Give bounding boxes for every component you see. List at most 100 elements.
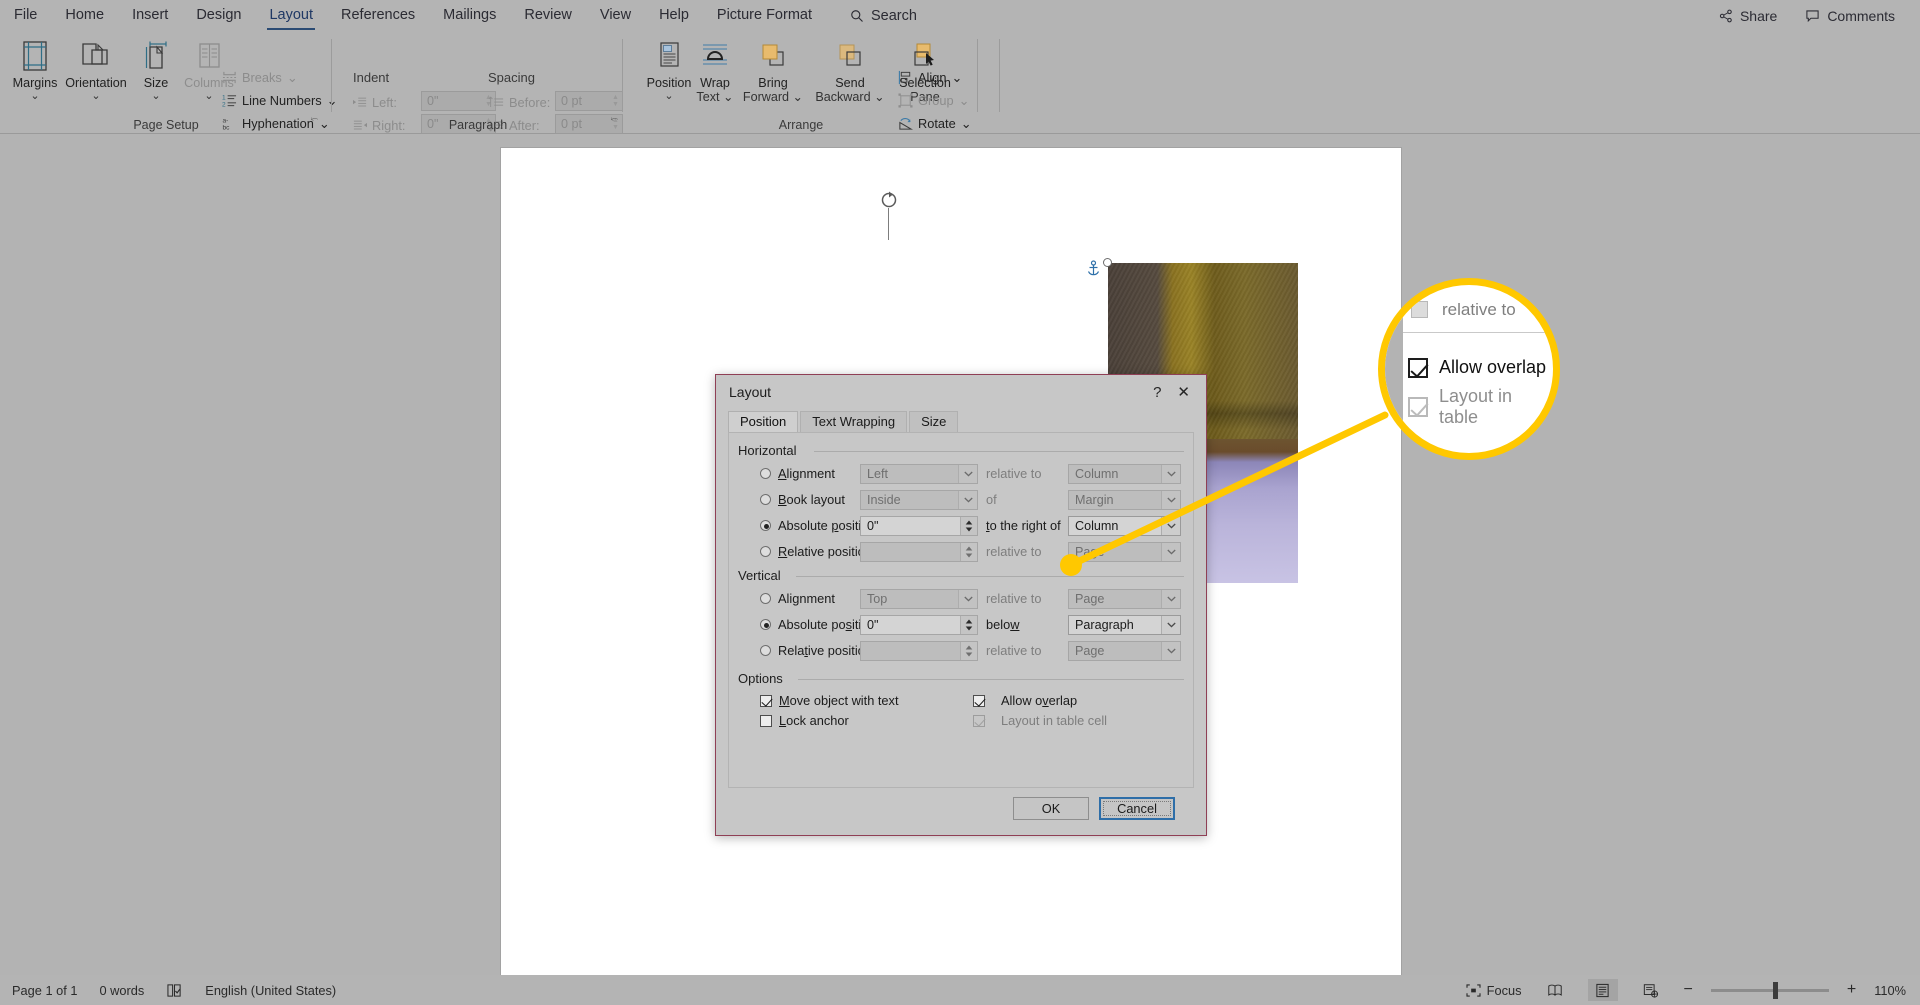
zoom-level-label[interactable]: 110% xyxy=(1874,983,1906,998)
ribbon-tab-view[interactable]: View xyxy=(586,0,645,31)
spinner-arrows-icon[interactable]: ▲ ▼ xyxy=(609,92,622,110)
chevron-down-icon[interactable] xyxy=(1161,615,1180,634)
status-words[interactable]: 0 words xyxy=(99,983,144,998)
chevron-down-icon[interactable] xyxy=(1161,516,1180,535)
dialog-tab-size[interactable]: Size xyxy=(909,411,959,433)
chevron-down-icon[interactable] xyxy=(958,490,977,509)
combo-horizontal-alignment[interactable]: Left xyxy=(860,463,978,484)
spinner-arrows-icon[interactable] xyxy=(960,615,977,634)
zoom-out-button[interactable]: − xyxy=(1684,981,1693,999)
spinner-vertical-relative-position[interactable] xyxy=(860,640,978,661)
rotate-button[interactable]: Rotate ⌄ xyxy=(898,114,971,133)
checkbox-lock-anchor[interactable] xyxy=(760,714,772,727)
cancel-button[interactable]: Cancel xyxy=(1099,797,1175,820)
chevron-down-icon[interactable]: ⌄ xyxy=(951,70,962,86)
search-box[interactable]: Search xyxy=(850,8,917,24)
zoom-in-button[interactable]: + xyxy=(1847,981,1856,999)
combo-vertical-alignment[interactable]: Top xyxy=(860,588,978,609)
rotate-handle[interactable] xyxy=(879,190,899,210)
ribbon-tab-file[interactable]: File xyxy=(0,0,51,31)
chevron-down-icon[interactable]: ⌄ xyxy=(959,93,970,109)
zoom-slider-thumb[interactable] xyxy=(1772,981,1778,999)
ribbon-tab-design[interactable]: Design xyxy=(182,0,255,31)
spinner-arrows-icon[interactable] xyxy=(960,516,977,535)
chevron-down-icon[interactable] xyxy=(1161,589,1180,608)
ribbon-tab-mailings[interactable]: Mailings xyxy=(429,0,510,31)
checkbox-allow-overlap[interactable] xyxy=(973,694,985,707)
checkbox-layout-in-table-cell[interactable] xyxy=(973,714,985,727)
resize-handle-top-left[interactable] xyxy=(1103,258,1112,267)
ribbon-tab-home[interactable]: Home xyxy=(51,0,118,31)
combo-horizontal-alignment-relative-to[interactable]: Column xyxy=(1068,463,1181,484)
read-mode-icon[interactable] xyxy=(1540,979,1570,1001)
line-numbers-button[interactable]: 12 Line Numbers ⌄ xyxy=(222,91,337,110)
group-button[interactable]: Group ⌄ xyxy=(898,91,969,110)
ribbon-tab-help[interactable]: Help xyxy=(645,0,703,31)
help-button[interactable]: ? xyxy=(1153,385,1161,400)
status-page[interactable]: Page 1 of 1 xyxy=(12,983,77,998)
chevron-down-icon[interactable] xyxy=(958,464,977,483)
ok-button[interactable]: OK xyxy=(1013,797,1089,820)
radio-horizontal-alignment[interactable] xyxy=(760,468,771,479)
align-button[interactable]: Align ⌄ xyxy=(898,68,962,87)
checkbox-move-object-with-text[interactable] xyxy=(760,694,772,707)
combo-vertical-alignment-relative-to[interactable]: Page xyxy=(1068,588,1181,609)
dialog-titlebar[interactable]: Layout ? ✕ xyxy=(716,375,1206,409)
comments-button[interactable]: Comments xyxy=(1794,4,1906,28)
spacing-before-spinner[interactable]: 0 pt ▲ ▼ xyxy=(555,91,623,111)
orientation-button[interactable]: Orientation ⌄ xyxy=(57,35,135,102)
bring-forward-button[interactable]: Bring Forward ⌄ xyxy=(734,35,812,104)
callout-layout-in-table-checkbox xyxy=(1408,397,1428,417)
ribbon-tab-picture-format[interactable]: Picture Format xyxy=(703,0,826,31)
indent-left-control[interactable]: Left: xyxy=(353,93,397,112)
layout-dialog[interactable]: Layout ? ✕ Position Text Wrapping Size H… xyxy=(715,374,1207,836)
radio-horizontal-book-layout[interactable] xyxy=(760,494,771,505)
spinner-horizontal-absolute-position[interactable]: 0" xyxy=(860,515,978,536)
radio-vertical-relative-position[interactable] xyxy=(760,645,771,656)
ribbon-tab-review[interactable]: Review xyxy=(510,0,586,31)
combo-horizontal-book-layout-of[interactable]: Margin xyxy=(1068,489,1181,510)
focus-button[interactable]: Focus xyxy=(1466,983,1522,998)
web-layout-icon[interactable] xyxy=(1636,979,1666,1001)
combo-vertical-relative-position-relative-to[interactable]: Page xyxy=(1068,640,1181,661)
ribbon-tab-layout[interactable]: Layout xyxy=(255,0,327,31)
radio-horizontal-relative-position[interactable] xyxy=(760,546,771,557)
label-vertical-below: below xyxy=(986,617,1020,632)
combo-horizontal-relative-position-relative-to[interactable]: Page xyxy=(1068,541,1181,562)
spinner-horizontal-relative-position[interactable] xyxy=(860,541,978,562)
document-canvas[interactable]: Layout ? ✕ Position Text Wrapping Size H… xyxy=(0,134,1920,975)
breaks-button[interactable]: Breaks ⌄ xyxy=(222,68,298,87)
share-button[interactable]: Share xyxy=(1708,4,1788,28)
spinner-vertical-absolute-position[interactable]: 0" xyxy=(860,614,978,635)
chevron-down-icon[interactable]: ⌄ xyxy=(287,70,298,86)
chevron-down-icon[interactable] xyxy=(1161,464,1180,483)
radio-vertical-absolute-position[interactable] xyxy=(760,619,771,630)
chevron-down-icon[interactable] xyxy=(1161,641,1180,660)
proofing-icon[interactable] xyxy=(166,983,183,998)
bring-forward-label-2[interactable]: Forward ⌄ xyxy=(734,91,812,104)
chevron-down-icon[interactable] xyxy=(1161,542,1180,561)
status-language[interactable]: English (United States) xyxy=(205,983,336,998)
spacing-before-control[interactable]: Before: xyxy=(488,93,550,112)
close-icon[interactable]: ✕ xyxy=(1177,385,1190,400)
dialog-tab-position[interactable]: Position xyxy=(728,411,799,433)
chevron-down-icon[interactable] xyxy=(958,589,977,608)
chevron-down-icon[interactable] xyxy=(1161,490,1180,509)
spinner-arrows-icon[interactable] xyxy=(960,641,977,660)
print-layout-icon[interactable] xyxy=(1587,979,1618,1001)
radio-vertical-alignment[interactable] xyxy=(760,593,771,604)
combo-horizontal-to-the-right-of[interactable]: Column xyxy=(1068,515,1181,536)
combo-horizontal-book-layout[interactable]: Inside xyxy=(860,489,978,510)
combo-vertical-below[interactable]: Paragraph xyxy=(1068,614,1181,635)
dialog-tab-text-wrapping[interactable]: Text Wrapping xyxy=(800,411,908,433)
send-backward-label-2[interactable]: Backward ⌄ xyxy=(809,91,891,104)
radio-horizontal-absolute-position[interactable] xyxy=(760,520,771,531)
chevron-down-icon[interactable]: ⌄ xyxy=(961,116,972,132)
zoom-slider[interactable] xyxy=(1710,981,1829,999)
ribbon-tab-insert[interactable]: Insert xyxy=(118,0,182,31)
spinner-arrows-icon[interactable] xyxy=(960,542,977,561)
send-backward-button[interactable]: Send Backward ⌄ xyxy=(809,35,891,104)
ribbon-tab-references[interactable]: References xyxy=(327,0,429,31)
chevron-down-icon[interactable]: ⌄ xyxy=(57,91,135,102)
indent-left-spinner[interactable]: 0" ▲ ▼ xyxy=(421,91,496,111)
